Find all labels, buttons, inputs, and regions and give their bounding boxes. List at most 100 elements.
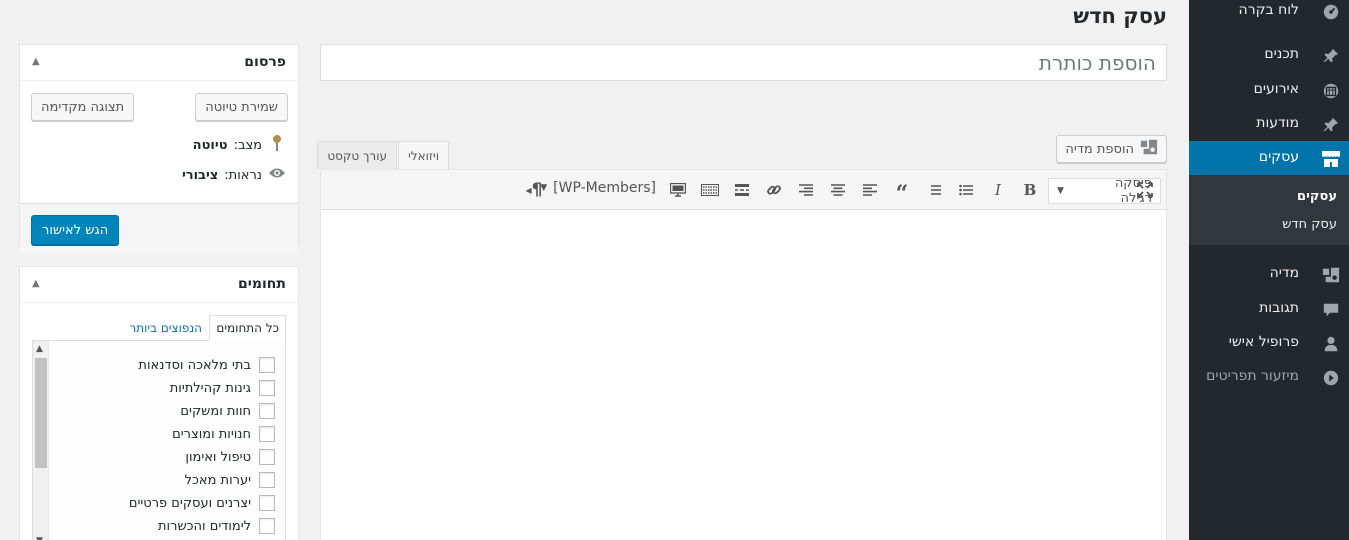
category-item[interactable]: גינות קהילתיות [170,380,275,396]
pin-icon [1321,115,1341,135]
category-checkbox[interactable] [259,380,275,396]
category-item[interactable]: חנויות ומוצרים [172,426,275,442]
post-title-input[interactable] [321,45,1166,80]
numbered-list-button[interactable]: 123 [922,178,946,202]
category-checkbox[interactable] [259,426,275,442]
tab-most-used[interactable]: הנפוצים ביותר [123,315,208,341]
publish-actions: הגש לאישור [20,203,298,254]
category-item[interactable]: בתי מלאכה וסדנאות [138,357,275,373]
preview-screen-button[interactable] [666,178,690,202]
italic-button[interactable]: I [986,178,1010,202]
sidebar-item-label: תכנים [1264,46,1299,62]
category-item[interactable]: לימודים והכשרות [158,518,275,534]
wp-members-dropdown[interactable]: ▼ [WP-Members] [540,180,656,196]
link-icon [767,185,781,195]
sidebar-item-events[interactable]: אירועים [1189,73,1349,107]
category-item[interactable]: יערות מאכל [185,472,275,488]
add-media-button[interactable]: הוספת מדיה [1056,135,1167,163]
categories-box: תחומים ▲ כל התחומים הנפוצים ביותר בתי מל… [19,266,299,540]
scrollbar-thumb[interactable] [35,358,47,468]
sidebar-item-label: תגובות [1259,300,1299,316]
status-label: מצב: [233,137,262,153]
category-label: חנויות ומוצרים [172,426,251,442]
sidebar-submenu: עסקים עסק חדש [1189,175,1349,245]
caret-down-icon: ▼ [1057,186,1064,196]
category-scrollbar[interactable]: ▲ ▼ [33,341,49,540]
bulleted-list-button[interactable] [954,178,978,202]
align-center-button[interactable] [826,178,850,202]
tab-label: עורך טקסט [327,148,387,163]
category-checkbox[interactable] [259,518,275,534]
category-item[interactable]: חוות ומשקים [180,403,275,419]
paragraph-direction-button[interactable]: ¶ ◀ [522,178,546,202]
media-icon [1140,138,1158,160]
category-checkbox[interactable] [259,449,275,465]
title-field-wrapper [320,44,1167,81]
visibility-row: נראות: ציבורי [182,166,286,184]
bold-icon: B [1023,181,1037,199]
sidebar-item-businesses[interactable]: עסקים [1175,141,1349,175]
submit-for-review-button[interactable]: הגש לאישור [31,215,120,245]
sidebar-item-label: לוח בקרה [1238,2,1299,18]
insert-link-button[interactable] [762,178,786,202]
align-left-icon [863,184,877,196]
sidebar-item-label: פרופיל אישי [1228,334,1299,350]
content-editor: פיסקה רגילה ▼ B I 123 “ [320,169,1167,540]
category-item[interactable]: יצרנים ועסקים פרטיים [129,495,275,511]
submenu-item-new-business[interactable]: עסק חדש [1282,217,1337,232]
tab-all-categories[interactable]: כל התחומים [209,315,286,341]
media-icon [1321,265,1341,285]
editor-content-area[interactable] [321,211,1166,540]
publish-box-header[interactable]: פרסום ▲ [20,45,298,81]
bulleted-list-icon [959,184,973,196]
categories-box-header[interactable]: תחומים ▲ [20,267,298,303]
sidebar-item-label: מדיה [1269,265,1299,281]
category-checkbox[interactable] [259,357,275,373]
collapse-arrow-icon[interactable]: ▲ [32,56,40,67]
sidebar-item-media[interactable]: מדיה [1189,257,1349,291]
scroll-down-icon[interactable]: ▼ [36,536,43,540]
sidebar-item-profile[interactable]: פרופיל אישי [1189,326,1349,360]
collapse-icon [1321,368,1341,388]
scroll-up-icon[interactable]: ▲ [36,344,43,354]
save-draft-button[interactable]: שמירת טיוטה [195,93,288,121]
publish-box-title: פרסום [244,54,286,70]
sidebar-item-label: מודעות [1256,115,1299,131]
fullscreen-button[interactable] [1133,178,1157,202]
sidebar-item-dashboard[interactable]: לוח בקרה [1189,0,1349,28]
fullscreen-icon [1137,182,1153,198]
sidebar-item-comments[interactable]: תגובות [1189,292,1349,326]
tab-text-editor[interactable]: עורך טקסט [317,141,397,169]
page-title: עסק חדש [1073,4,1167,28]
caret-left-icon: ◀ [525,185,532,195]
align-left-button[interactable] [858,178,882,202]
tab-visual[interactable]: ויזואלי [398,141,449,170]
submenu-item-all-businesses[interactable]: עסקים [1297,189,1337,204]
category-label: חוות ומשקים [180,403,251,419]
calendar-icon [1321,81,1341,101]
toolbar-toggle-button[interactable] [698,178,722,202]
sidebar-item-label: מיזעור תפריטים [1206,368,1299,384]
preview-button[interactable]: תצוגה מקדימה [31,93,135,121]
sidebar-item-ads[interactable]: מודעות [1189,107,1349,141]
blockquote-button[interactable]: “ [890,178,914,205]
italic-icon: I [995,181,1001,199]
categories-box-title: תחומים [238,276,286,292]
bold-button[interactable]: B [1018,178,1042,202]
comment-icon [1321,300,1341,320]
visibility-label: נראות: [224,167,262,183]
sidebar-collapse-menu[interactable]: מיזעור תפריטים [1189,360,1349,394]
category-checkbox[interactable] [259,472,275,488]
category-checkbox[interactable] [259,403,275,419]
visibility-value: ציבורי [181,167,219,183]
align-right-button[interactable] [794,178,818,202]
add-media-label: הוספת מדיה [1065,141,1134,157]
align-center-icon [831,184,845,196]
sidebar-item-label: אירועים [1253,81,1299,97]
publish-box: פרסום ▲ שמירת טיוטה תצוגה מקדימה מצב: טי… [19,44,299,254]
category-checkbox[interactable] [259,495,275,511]
collapse-arrow-icon[interactable]: ▲ [32,278,40,289]
category-item[interactable]: טיפול ואימון [185,449,275,465]
read-more-button[interactable] [730,178,754,202]
sidebar-item-contents[interactable]: תכנים [1189,38,1349,72]
